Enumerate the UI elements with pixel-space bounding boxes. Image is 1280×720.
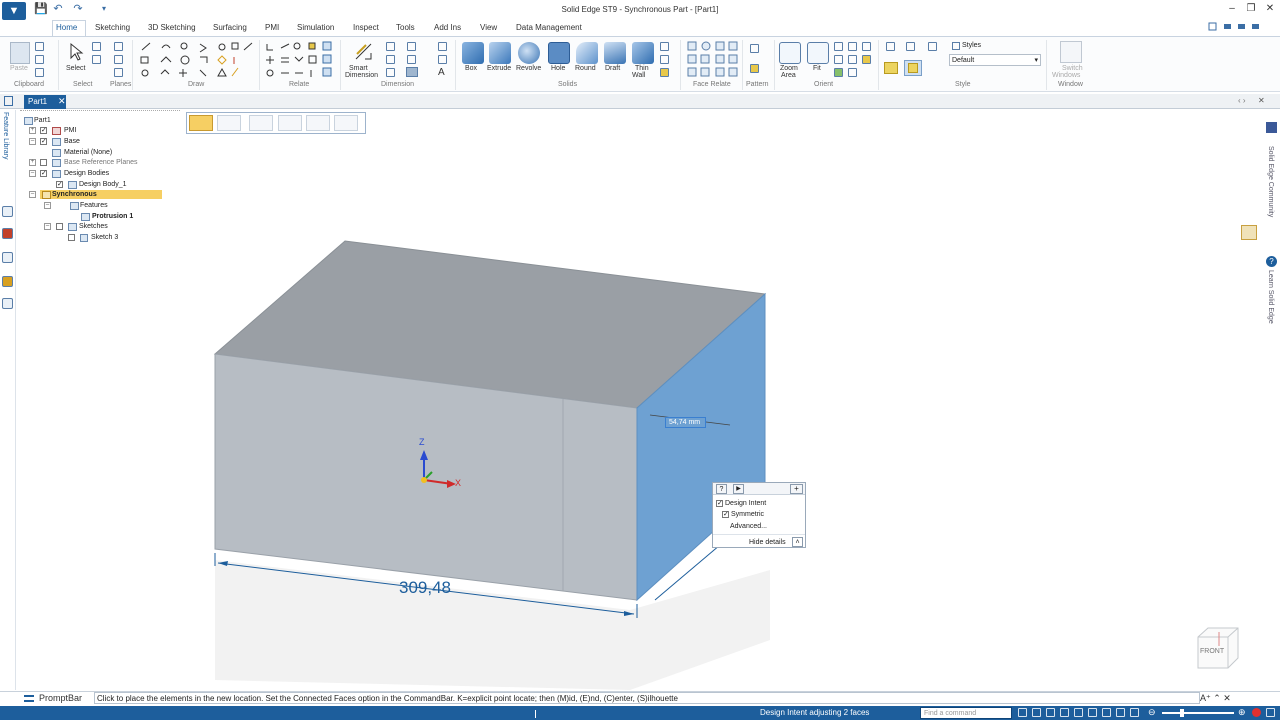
zoom-slider-thumb[interactable]: [1180, 709, 1184, 717]
design-intent-label: Design Intent: [725, 500, 767, 507]
chevron-up-icon[interactable]: ˄: [792, 537, 803, 547]
find-command-input[interactable]: Find a command: [920, 707, 1012, 719]
facebook-icon[interactable]: [1266, 122, 1277, 133]
view-status-icon[interactable]: [1018, 708, 1027, 717]
promptbar-icon: [24, 695, 34, 702]
learn-solid-edge-tab[interactable]: Learn Solid Edge: [1267, 270, 1274, 324]
zoom-status-icon[interactable]: [1032, 708, 1041, 717]
hide-details-link[interactable]: Hide details: [749, 538, 786, 547]
render-status-icon[interactable]: [1116, 708, 1125, 717]
prompt-message: Click to place the elements in the new l…: [94, 692, 1200, 704]
symmetric-label: Symmetric: [731, 511, 765, 518]
design-intent-checkbox[interactable]: ✓: [716, 500, 723, 507]
style-status-icon[interactable]: [1102, 708, 1111, 717]
advanced-link[interactable]: Advanced...: [730, 522, 767, 531]
dynamic-input-field[interactable]: 54,74 mm: [665, 417, 706, 428]
status-message: Design Intent adjusting 2 faces: [760, 708, 870, 717]
triad-origin: [421, 477, 427, 483]
section-status-icon[interactable]: [1130, 708, 1139, 717]
promptbar-controls[interactable]: A⁺ ⌃ ✕: [1200, 693, 1231, 704]
zoom-slider[interactable]: [1162, 712, 1234, 714]
dimension-value[interactable]: 309,48: [399, 578, 451, 598]
promptbar-label: PromptBar: [39, 693, 83, 703]
play-icon[interactable]: ▶: [733, 484, 744, 494]
rotate-status-icon[interactable]: [1074, 708, 1083, 717]
status-divider: [535, 710, 536, 718]
pin-icon[interactable]: +: [790, 484, 803, 494]
view-cube-label: FRONT: [1200, 648, 1225, 655]
graphics-window[interactable]: [0, 0, 1264, 690]
solid-edge-community-tab[interactable]: Solid Edge Community: [1267, 146, 1274, 217]
z-axis-label: Z: [419, 437, 425, 447]
fit-status-icon[interactable]: [1046, 708, 1055, 717]
zoom-in-icon[interactable]: ⊕: [1238, 707, 1246, 718]
x-axis-label: X: [455, 478, 462, 488]
record-icon[interactable]: [1252, 708, 1261, 717]
panel-divider: [713, 534, 805, 535]
orient-status-icon[interactable]: [1088, 708, 1097, 717]
pan-status-icon[interactable]: [1060, 708, 1069, 717]
zoom-out-icon[interactable]: ⊖: [1148, 707, 1156, 718]
options-status-icon[interactable]: [1266, 708, 1275, 717]
help-icon[interactable]: ?: [716, 484, 727, 494]
help-icon[interactable]: ?: [1266, 256, 1277, 267]
close-icon[interactable]: ✕: [1262, 3, 1278, 15]
symmetric-checkbox[interactable]: ✓: [722, 511, 729, 518]
